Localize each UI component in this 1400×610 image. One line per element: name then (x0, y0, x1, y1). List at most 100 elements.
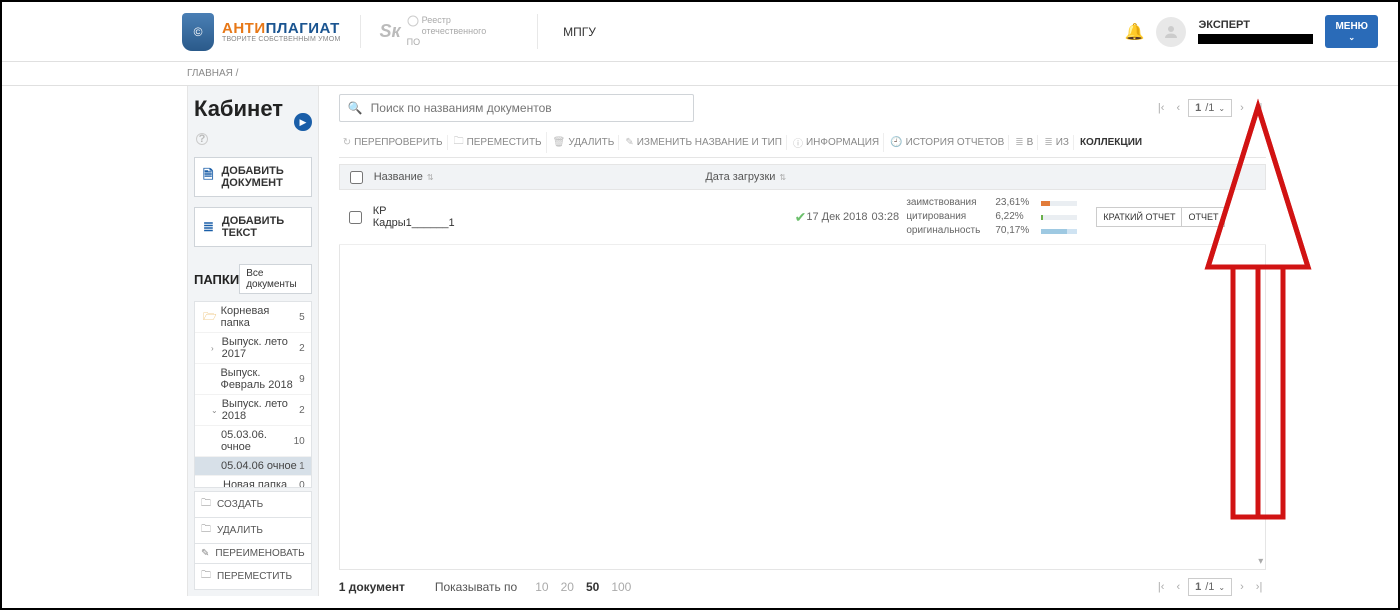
chevron-down-icon: ⌄ (1335, 33, 1368, 43)
play-icon[interactable]: ▶ (294, 113, 312, 131)
folder-item[interactable]: Выпуск. Февраль 2018 9 (195, 364, 311, 395)
page-select[interactable]: 1/1 ⌄ (1188, 99, 1232, 117)
search-input[interactable] (371, 101, 693, 115)
page-prev-button[interactable]: ‹ (1172, 579, 1184, 595)
search-box: 🔍 (339, 94, 694, 122)
pager-top: |‹ ‹ 1/1 ⌄ › ›| (1154, 99, 1266, 117)
menu-button[interactable]: МЕНЮ ⌄ (1325, 15, 1378, 49)
rename-button[interactable]: ✎ИЗМЕНИТЬ НАЗВАНИЕ И ТИП (621, 135, 787, 150)
stack-icon: ≣ (1015, 137, 1023, 148)
folder-item-active[interactable]: 05.04.06 очное 1 (195, 457, 311, 476)
main-panel: 🔍 |‹ ‹ 1/1 ⌄ › ›| ↻ПЕРЕПРОВЕРИТЬ 🗀ПЕРЕМЕ… (339, 86, 1267, 596)
collections-label: КОЛЛЕКЦИИ (1076, 135, 1146, 150)
sidebar-title: Кабинет? (194, 96, 294, 148)
org-name: МПГУ (537, 14, 596, 49)
document-count: 1 документ (339, 580, 405, 594)
cert-line2: отечественного ПО (407, 26, 488, 48)
folder-root[interactable]: 🗁Корневая папка 5 (195, 302, 311, 333)
page-last-button[interactable]: ›| (1252, 100, 1267, 116)
column-date[interactable]: Дата загрузки⇅ (705, 171, 895, 183)
folder-minus-icon: 🗀 (201, 522, 211, 539)
cert-emblem-icon (407, 15, 419, 27)
delete-button[interactable]: 🗑УДАЛИТЬ (549, 135, 620, 150)
create-folder-button[interactable]: 🗀СОЗДАТЬ (194, 491, 312, 518)
folder-item[interactable]: ›Выпуск. лето 2017 2 (195, 333, 311, 364)
breadcrumb[interactable]: ГЛАВНАЯ / (2, 62, 1398, 86)
per-page-100[interactable]: 100 (611, 580, 631, 594)
rename-folder-button[interactable]: ✎ПЕРЕИМЕНОВАТЬ (194, 544, 312, 564)
chevron-down-icon: ⌄ (1218, 583, 1225, 592)
select-all-checkbox[interactable] (350, 171, 363, 184)
per-page-20[interactable]: 20 (561, 580, 574, 594)
stack-icon: ≣ (1044, 137, 1052, 148)
move-button[interactable]: 🗀ПЕРЕМЕСТИТЬ (450, 132, 547, 153)
document-name[interactable]: КР Кадры1______1 (373, 205, 455, 229)
sort-icon: ⇅ (427, 173, 434, 182)
page-first-button[interactable]: |‹ (1154, 579, 1169, 595)
report-button[interactable]: ОТЧЕТ (1182, 207, 1225, 227)
to-collection-button[interactable]: ≣В (1011, 135, 1038, 150)
move-folder-button[interactable]: 🗀ПЕРЕМЕСТИТЬ (194, 564, 312, 590)
folder-item[interactable]: Новая папка 0 (195, 476, 311, 488)
footer: 1 документ Показывать по 10 20 50 100 |‹… (339, 578, 1267, 596)
info-button[interactable]: ⓘИНФОРМАЦИЯ (789, 133, 884, 152)
page-select[interactable]: 1/1 ⌄ (1188, 578, 1232, 596)
from-collection-button[interactable]: ≣ИЗ (1040, 135, 1074, 150)
add-document-button[interactable]: 🗎 ДОБАВИТЬ ДОКУМЕНТ (194, 157, 312, 197)
cert-block: Sк Реестр отечественного ПО (360, 15, 487, 47)
bell-icon[interactable]: 🔔 (1125, 22, 1145, 42)
add-text-label: ДОБАВИТЬ ТЕКСТ (222, 215, 303, 239)
chevron-right-icon: › (211, 344, 218, 353)
page-next-button[interactable]: › (1236, 579, 1248, 595)
folder-item[interactable]: 05.03.06. очное 10 (195, 426, 311, 457)
upload-date: 17 Дек 2018 03:28 (806, 210, 906, 224)
recheck-button[interactable]: ↻ПЕРЕПРОВЕРИТЬ (339, 135, 448, 150)
user-icon (1162, 23, 1180, 41)
per-page-50[interactable]: 50 (586, 580, 599, 594)
info-icon: ⓘ (793, 135, 803, 150)
header: © АНТИПЛАГИАТ ТВОРИТЕ СОБСТВЕННЫМ УМОМ S… (2, 2, 1398, 62)
cert-line1: Реестр (407, 15, 488, 26)
page-first-button[interactable]: |‹ (1154, 100, 1169, 116)
page-last-button[interactable]: ›| (1252, 579, 1267, 595)
row-checkbox[interactable] (349, 211, 362, 224)
pager-bottom: |‹ ‹ 1/1 ⌄ › ›| (1154, 578, 1266, 596)
delete-folder-button[interactable]: 🗀УДАЛИТЬ (194, 518, 312, 544)
table-body-empty: ▾ (339, 245, 1267, 570)
history-button[interactable]: 🕘ИСТОРИЯ ОТЧЕТОВ (886, 135, 1009, 150)
sk-icon: Sк (379, 21, 400, 42)
folders-heading: ПАПКИ (194, 272, 239, 287)
brand-part2: ПЛАГИАТ (266, 20, 340, 37)
user-role: ЭКСПЕРТ (1198, 19, 1313, 32)
folder-move-icon: 🗀 (201, 568, 211, 585)
column-name[interactable]: Название⇅ (374, 171, 706, 183)
page-prev-button[interactable]: ‹ (1172, 100, 1184, 116)
help-icon[interactable]: ? (196, 133, 208, 145)
brand-tagline: ТВОРИТЕ СОБСТВЕННЫМ УМОМ (222, 36, 340, 43)
table-header: Название⇅ Дата загрузки⇅ (339, 164, 1267, 190)
toolbar: ↻ПЕРЕПРОВЕРИТЬ 🗀ПЕРЕМЕСТИТЬ 🗑УДАЛИТЬ ✎ИЗ… (339, 132, 1267, 158)
refresh-icon: ↻ (343, 137, 351, 148)
logo[interactable]: © АНТИПЛАГИАТ ТВОРИТЕ СОБСТВЕННЫМ УМОМ (182, 13, 340, 51)
scrollbar-end-icon[interactable]: ▾ (1258, 556, 1263, 567)
sidebar: Кабинет? ▶ 🗎 ДОБАВИТЬ ДОКУМЕНТ ≣ ДОБАВИТ… (187, 86, 319, 596)
avatar[interactable] (1156, 17, 1186, 47)
clock-icon: 🕘 (890, 137, 902, 148)
pencil-icon: ✎ (201, 548, 209, 559)
folder-open-icon: 🗁 (203, 308, 217, 327)
folder-tree: 🗁Корневая папка 5 ›Выпуск. лето 2017 2 В… (194, 301, 312, 488)
folder-item[interactable]: ⌄Выпуск. лето 2018 2 (195, 395, 311, 426)
show-by-label: Показывать по (435, 580, 517, 594)
all-documents-button[interactable]: Все документы (239, 264, 312, 294)
short-report-button[interactable]: КРАТКИЙ ОТЧЕТ (1096, 207, 1182, 227)
add-text-button[interactable]: ≣ ДОБАВИТЬ ТЕКСТ (194, 207, 312, 247)
user-name-redacted (1198, 34, 1313, 44)
edit-icon: ✎ (625, 137, 633, 148)
add-document-label: ДОБАВИТЬ ДОКУМЕНТ (221, 165, 302, 189)
sort-icon: ⇅ (779, 173, 786, 182)
document-row: КР Кадры1______1 ✔ 17 Дек 2018 03:28 заи… (339, 190, 1267, 245)
page-next-button[interactable]: › (1236, 100, 1248, 116)
check-ok-icon: ✔ (795, 209, 807, 226)
per-page-10[interactable]: 10 (535, 580, 548, 594)
search-icon[interactable]: 🔍 (340, 101, 371, 115)
